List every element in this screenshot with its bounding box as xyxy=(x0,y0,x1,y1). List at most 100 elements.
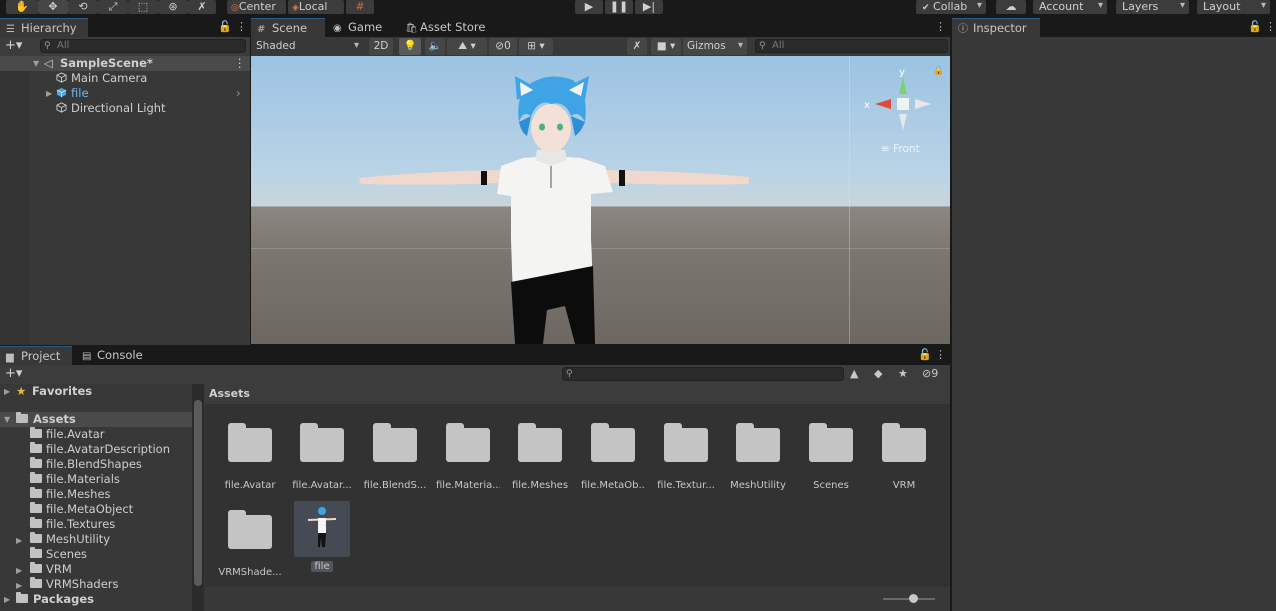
2d-toggle[interactable]: 2D xyxy=(369,38,393,55)
tab-inspector[interactable]: ⓘ Inspector xyxy=(952,18,1040,37)
more-icon[interactable]: ⋮ xyxy=(935,20,946,33)
hierarchy-item-directional-light[interactable]: Directional Light xyxy=(56,101,166,116)
tree-item-scenes[interactable]: Scenes xyxy=(30,547,87,562)
asset-prefab-file[interactable]: file xyxy=(290,501,354,572)
more-icon[interactable]: ⋮ xyxy=(1265,20,1276,33)
tree-item-file-blendshapes[interactable]: file.BlendShapes xyxy=(30,457,142,472)
scrollbar-thumb[interactable] xyxy=(194,400,202,586)
asset-folder-file-metaobject[interactable]: file.MetaOb... xyxy=(581,422,645,491)
more-icon[interactable]: ⋮ xyxy=(236,20,247,33)
hidden-packages-toggle[interactable]: ⊘9 xyxy=(922,367,938,380)
asset-folder-scenes[interactable]: Scenes xyxy=(799,422,863,491)
tree-item-assets[interactable]: ▼ Assets xyxy=(0,412,192,427)
tools-button[interactable]: ✗ xyxy=(627,38,647,55)
effects-dropdown[interactable]: ⛰ ▾ xyxy=(447,38,487,55)
zoom-slider-thumb[interactable] xyxy=(909,594,918,603)
tree-item-file-avatar[interactable]: file.Avatar xyxy=(30,427,105,442)
rotate-tool-button[interactable]: ⟲ xyxy=(68,0,98,14)
grid-dropdown[interactable]: ⊞ ▾ xyxy=(519,38,553,55)
expand-arrow-icon[interactable]: ▶ xyxy=(16,578,26,593)
grid-snap-button[interactable]: # xyxy=(346,0,374,14)
tab-hierarchy[interactable]: ☰ Hierarchy xyxy=(0,18,88,37)
shading-dropdown[interactable]: Shaded xyxy=(253,37,363,55)
asset-folder-vrm[interactable]: VRM xyxy=(872,422,936,491)
lock-icon[interactable]: 🔓 xyxy=(918,348,932,361)
tab-asset-store[interactable]: 🛍 Asset Store xyxy=(399,18,499,37)
custom-tool-button[interactable]: ✗ xyxy=(188,0,216,14)
asset-folder-file-meshes[interactable]: file.Meshes xyxy=(508,422,572,491)
expand-arrow-icon[interactable]: ▶ xyxy=(46,86,56,101)
asset-folder-meshutility[interactable]: MeshUtility xyxy=(726,422,790,491)
transform-tool-button[interactable]: ⊛ xyxy=(158,0,188,14)
expand-arrow-icon[interactable]: ▶ xyxy=(4,592,14,607)
expand-arrow-icon[interactable]: ▼ xyxy=(4,412,14,427)
asset-folder-vrmshaders[interactable]: VRMShade... xyxy=(218,509,282,578)
tab-scene[interactable]: # Scene xyxy=(251,18,325,37)
camera-dropdown[interactable]: ■ ▾ xyxy=(651,38,681,55)
asset-folder-file-materials[interactable]: file.Materia... xyxy=(436,422,500,491)
tree-item-vrmshaders[interactable]: ▶ VRMShaders xyxy=(16,577,119,592)
scene-viewport[interactable]: y x 🔒 ≡ Front xyxy=(251,56,950,344)
orientation-gizmo[interactable]: y x xyxy=(859,64,939,134)
tab-game[interactable]: ◉ Game xyxy=(327,18,397,37)
avatar-model[interactable] xyxy=(351,70,761,344)
hierarchy-item-main-camera[interactable]: Main Camera xyxy=(56,71,147,86)
cloud-button[interactable]: ☁ xyxy=(996,0,1026,14)
tree-item-meshutility[interactable]: ▶ MeshUtility xyxy=(16,532,110,547)
search-by-label-icon[interactable]: ◆ xyxy=(874,367,882,380)
tab-console[interactable]: ▤ Console xyxy=(76,346,156,365)
asset-folder-file-textures[interactable]: file.Textur... xyxy=(654,422,718,491)
chevron-right-icon[interactable]: › xyxy=(236,86,241,101)
scene-search-input[interactable]: ⚲ All xyxy=(755,39,948,53)
create-asset-button[interactable]: +▾ xyxy=(5,366,22,381)
gizmo-lock-icon[interactable]: 🔒 xyxy=(933,66,944,76)
add-object-button[interactable]: +▾ xyxy=(5,38,22,53)
more-icon[interactable]: ⋮ xyxy=(935,348,946,361)
tree-item-file-meshes[interactable]: file.Meshes xyxy=(30,487,111,502)
asset-folder-file-avatardescription[interactable]: file.Avatar... xyxy=(290,422,354,491)
asset-folder-file-blendshapes[interactable]: file.BlendS... xyxy=(363,422,427,491)
hierarchy-item-file[interactable]: ▶ file › xyxy=(44,86,250,101)
hidden-objects-toggle[interactable]: ⊘0 xyxy=(489,38,517,55)
layers-dropdown[interactable]: Layers xyxy=(1116,0,1189,14)
tree-item-vrm[interactable]: ▶ VRM xyxy=(16,562,72,577)
hierarchy-search-input[interactable]: ⚲ All xyxy=(40,39,246,53)
expand-arrow-icon[interactable]: ▶ xyxy=(16,563,26,578)
expand-arrow-icon[interactable]: ▶ xyxy=(4,384,14,399)
tree-item-packages[interactable]: ▶ Packages xyxy=(0,592,192,607)
play-button[interactable]: ▶ xyxy=(575,0,603,14)
audio-toggle[interactable]: 🔈 xyxy=(425,38,445,55)
tab-project[interactable]: ▆ Project xyxy=(0,346,72,365)
pause-button[interactable]: ❚❚ xyxy=(605,0,633,14)
lighting-toggle[interactable]: 💡 xyxy=(399,38,421,55)
view-label[interactable]: ≡ Front xyxy=(881,143,920,155)
rect-tool-button[interactable]: ⬚ xyxy=(128,0,158,14)
tree-item-file-materials[interactable]: file.Materials xyxy=(30,472,120,487)
tree-item-file-metaobject[interactable]: file.MetaObject xyxy=(30,502,133,517)
space-toggle[interactable]: ◈Local xyxy=(288,0,344,14)
account-dropdown[interactable]: Account xyxy=(1033,0,1107,14)
pivot-toggle[interactable]: ◎Center xyxy=(227,0,286,14)
collab-dropdown[interactable]: ✔ Collab xyxy=(916,0,986,14)
favorite-star-icon[interactable]: ★ xyxy=(898,367,908,380)
scene-row[interactable]: ▼ ◁ SampleScene* ⋮ xyxy=(0,56,250,71)
expand-arrow-icon[interactable]: ▶ xyxy=(16,533,26,548)
layout-dropdown[interactable]: Layout xyxy=(1197,0,1270,14)
project-search-input[interactable]: ⚲ xyxy=(562,367,844,381)
tree-item-file-avatardescription[interactable]: file.AvatarDescription xyxy=(30,442,170,457)
tree-item-file-textures[interactable]: file.Textures xyxy=(30,517,115,532)
tree-item-favorites[interactable]: ▶ ★ Favorites xyxy=(0,384,192,399)
tree-scrollbar[interactable] xyxy=(192,384,204,611)
gizmos-dropdown[interactable]: Gizmos xyxy=(683,37,747,55)
step-button[interactable]: ▶| xyxy=(635,0,663,14)
scale-tool-button[interactable]: ⤢ xyxy=(98,0,128,14)
breadcrumb-assets[interactable]: Assets xyxy=(209,387,250,400)
asset-folder-file-avatar[interactable]: file.Avatar xyxy=(218,422,282,491)
lock-icon[interactable]: 🔓 xyxy=(218,20,232,33)
lock-icon[interactable]: 🔓 xyxy=(1248,20,1262,33)
search-by-type-icon[interactable]: ▲ xyxy=(850,367,858,380)
move-tool-button[interactable]: ✥ xyxy=(38,0,68,14)
hand-tool-button[interactable]: ✋ xyxy=(6,0,38,14)
scene-menu-icon[interactable]: ⋮ xyxy=(234,56,246,71)
expand-arrow-icon[interactable]: ▼ xyxy=(33,56,43,71)
